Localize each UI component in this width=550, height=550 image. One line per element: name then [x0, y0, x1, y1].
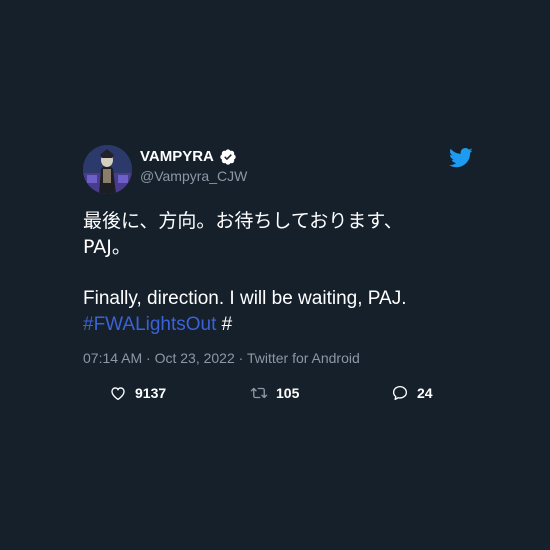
reply-icon: [392, 385, 408, 401]
display-name-row[interactable]: VAMPYRA: [140, 148, 247, 166]
like-count: 9137: [135, 385, 167, 401]
tweet-actions: 9137 105 24: [83, 384, 473, 406]
like-button[interactable]: 9137: [109, 384, 166, 402]
display-name[interactable]: VAMPYRA: [140, 148, 214, 166]
retweet-button[interactable]: 105: [250, 384, 299, 402]
tweet-card: VAMPYRA @Vampyra_CJW 最後に、方向。お待ちしております、 P…: [83, 145, 473, 406]
tweet-text-line-2: PAJ。: [83, 236, 131, 258]
handle[interactable]: @Vampyra_CJW: [140, 166, 247, 186]
tweet-text: 最後に、方向。お待ちしております、 PAJ。 Finally, directio…: [83, 208, 473, 338]
hashtag-link[interactable]: #FWALightsOut: [83, 314, 216, 335]
tweet-text-spacer: [83, 260, 473, 286]
reply-count: 24: [417, 385, 433, 401]
retweet-count: 105: [276, 385, 300, 401]
hash-suffix: #: [216, 314, 233, 335]
tweet-text-line-3: Finally, direction. I will be waiting, P…: [83, 288, 407, 309]
tweet-text-line-1: 最後に、方向。お待ちしております、: [83, 210, 403, 232]
tweet-header: VAMPYRA @Vampyra_CJW: [83, 145, 473, 195]
tweet-text-line-4: #FWALightsOut #: [83, 312, 473, 338]
tweet-meta: 07:14 AM · Oct 23, 2022 · Twitter for An…: [83, 350, 360, 366]
twitter-bird-icon[interactable]: [449, 148, 473, 168]
reply-button[interactable]: 24: [391, 384, 433, 402]
avatar[interactable]: [83, 145, 132, 194]
retweet-icon: [250, 387, 268, 399]
heart-icon: [111, 387, 125, 401]
verified-badge-icon: [220, 149, 236, 165]
user-names: VAMPYRA @Vampyra_CJW: [140, 148, 247, 186]
